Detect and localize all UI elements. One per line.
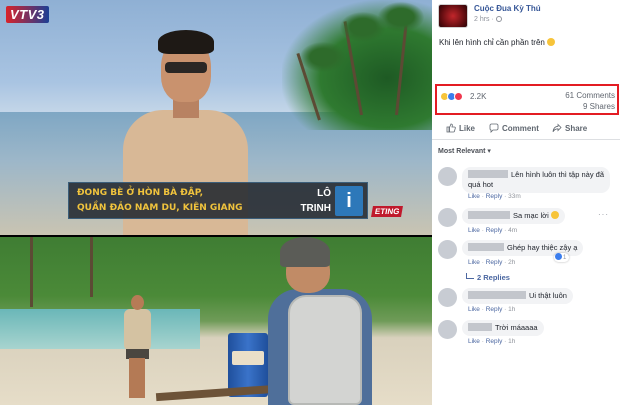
caption-name-line2: TRINH: [300, 203, 331, 214]
caption-location-line2: QUẦN ĐẢO NAM DU, KIÊN GIANG: [77, 203, 243, 213]
comment-bubble: Lên hình luôn thì tập này đã quá hot: [462, 167, 610, 193]
comment-reply-link[interactable]: Reply: [486, 306, 503, 313]
comment-time[interactable]: 4m: [508, 227, 517, 234]
comment-like-link[interactable]: Like: [468, 227, 480, 234]
comment-meta: Like · Reply · 4m: [468, 227, 518, 234]
comment-like-link[interactable]: Like: [468, 193, 480, 200]
chevron-down-icon: ▾: [487, 148, 491, 155]
comment-bubble: Ui thật luôn: [462, 288, 573, 304]
commenter-avatar[interactable]: [438, 240, 457, 259]
reply-arrow-icon: [466, 273, 474, 279]
comment-meta: Like · Reply · 1h: [468, 338, 516, 345]
thumbs-up-icon: [446, 123, 456, 133]
like-reaction-icon: [555, 253, 562, 260]
grinning-emoji-icon: [550, 211, 559, 219]
view-replies-link[interactable]: 2 Replies: [466, 273, 510, 282]
video-frame-bottom: [0, 237, 432, 405]
share-button[interactable]: Share: [552, 123, 587, 133]
corner-logo: ETING: [371, 206, 404, 217]
caption-name-line1: LÔ: [317, 188, 331, 199]
comment-bubble: Sa mạc lời: [462, 208, 565, 224]
comment-item: Sa mạc lời ··· Like · Reply · 4m: [438, 208, 618, 238]
comment-reaction-count[interactable]: 1: [554, 253, 570, 262]
comment-item: Ghép hay thiệc zậy ạ 1 Like · Reply · 2h: [438, 240, 618, 284]
comment-item: Lên hình luôn thì tập này đã quá hot Lik…: [438, 167, 618, 203]
reactions-summary-highlight: 2.2K 61 Comments 9 Shares: [435, 84, 619, 115]
shares-count-link[interactable]: 9 Shares: [583, 102, 615, 111]
reaction-count[interactable]: 2.2K: [470, 92, 486, 101]
comment-item: Ui thật luôn Like · Reply · 1h: [438, 288, 618, 318]
reaction-icons[interactable]: [440, 92, 463, 102]
comment-time[interactable]: 33m: [508, 193, 521, 200]
commenter-avatar[interactable]: [438, 167, 457, 186]
post-action-bar: Like Comment Share: [432, 118, 620, 140]
commenter-name-redacted[interactable]: [468, 243, 504, 251]
video-frame-top: VTV3 ĐONG BÈ Ở HÒN BÀ ĐẬP, QUẦN ĐẢO NAM …: [0, 0, 432, 235]
commenter-avatar[interactable]: [438, 320, 457, 339]
comment-reply-link[interactable]: Reply: [486, 227, 503, 234]
caption-location-line1: ĐONG BÈ Ở HÒN BÀ ĐẬP,: [77, 188, 204, 198]
comments-count-link[interactable]: 61 Comments: [565, 91, 615, 100]
lower-third-caption: ĐONG BÈ Ở HÒN BÀ ĐẬP, QUẦN ĐẢO NAM DU, K…: [68, 182, 368, 219]
love-reaction-icon: [454, 92, 463, 102]
vtv3-logo: VTV3: [6, 6, 49, 23]
page-avatar[interactable]: [438, 4, 468, 28]
comment-options-icon[interactable]: ···: [598, 210, 609, 219]
like-button[interactable]: Like: [446, 123, 475, 133]
commenter-name-redacted[interactable]: [468, 211, 510, 219]
comment-item: Trời máaaaa Like · Reply · 1h: [438, 320, 618, 350]
comment-reply-link[interactable]: Reply: [486, 259, 503, 266]
comment-like-link[interactable]: Like: [468, 338, 480, 345]
globe-icon: [495, 16, 502, 22]
comment-bubble-icon: [489, 123, 499, 133]
comment-sort-dropdown[interactable]: Most Relevant ▾: [438, 147, 491, 155]
comment-time[interactable]: 1h: [508, 338, 515, 345]
commenter-avatar[interactable]: [438, 288, 457, 307]
share-arrow-icon: [552, 123, 562, 132]
comment-meta: Like · Reply · 2h: [468, 259, 516, 266]
commenter-name-redacted[interactable]: [468, 170, 508, 178]
comment-bubble: Trời máaaaa: [462, 320, 544, 336]
comment-button[interactable]: Comment: [489, 123, 539, 133]
comment-meta: Like · Reply · 1h: [468, 306, 516, 313]
laughing-emoji-icon: [547, 38, 556, 46]
comment-time[interactable]: 1h: [508, 306, 515, 313]
post-panel: Cuộc Đua Kỳ Thú 2 hrs · Khi lên hình chỉ…: [432, 0, 620, 405]
post-timestamp[interactable]: 2 hrs ·: [474, 16, 502, 23]
contestant-person: [122, 295, 152, 400]
commenter-name-redacted[interactable]: [468, 291, 526, 299]
post-message: Khi lên hình chỉ cần phần trên: [439, 38, 556, 47]
commenter-avatar[interactable]: [438, 208, 457, 227]
commenter-name-redacted[interactable]: [468, 323, 492, 331]
comment-like-link[interactable]: Like: [468, 306, 480, 313]
page-name-link[interactable]: Cuộc Đua Kỳ Thú: [474, 4, 541, 13]
contestant-backpack-person: [268, 237, 432, 405]
comment-reply-link[interactable]: Reply: [486, 338, 503, 345]
post-media[interactable]: VTV3 ĐONG BÈ Ở HÒN BÀ ĐẬP, QUẦN ĐẢO NAM …: [0, 0, 432, 405]
comment-time[interactable]: 2h: [508, 259, 515, 266]
info-badge-icon: i: [335, 186, 363, 216]
comment-reply-link[interactable]: Reply: [486, 193, 503, 200]
comment-meta: Like · Reply · 33m: [468, 193, 521, 200]
comment-like-link[interactable]: Like: [468, 259, 480, 266]
